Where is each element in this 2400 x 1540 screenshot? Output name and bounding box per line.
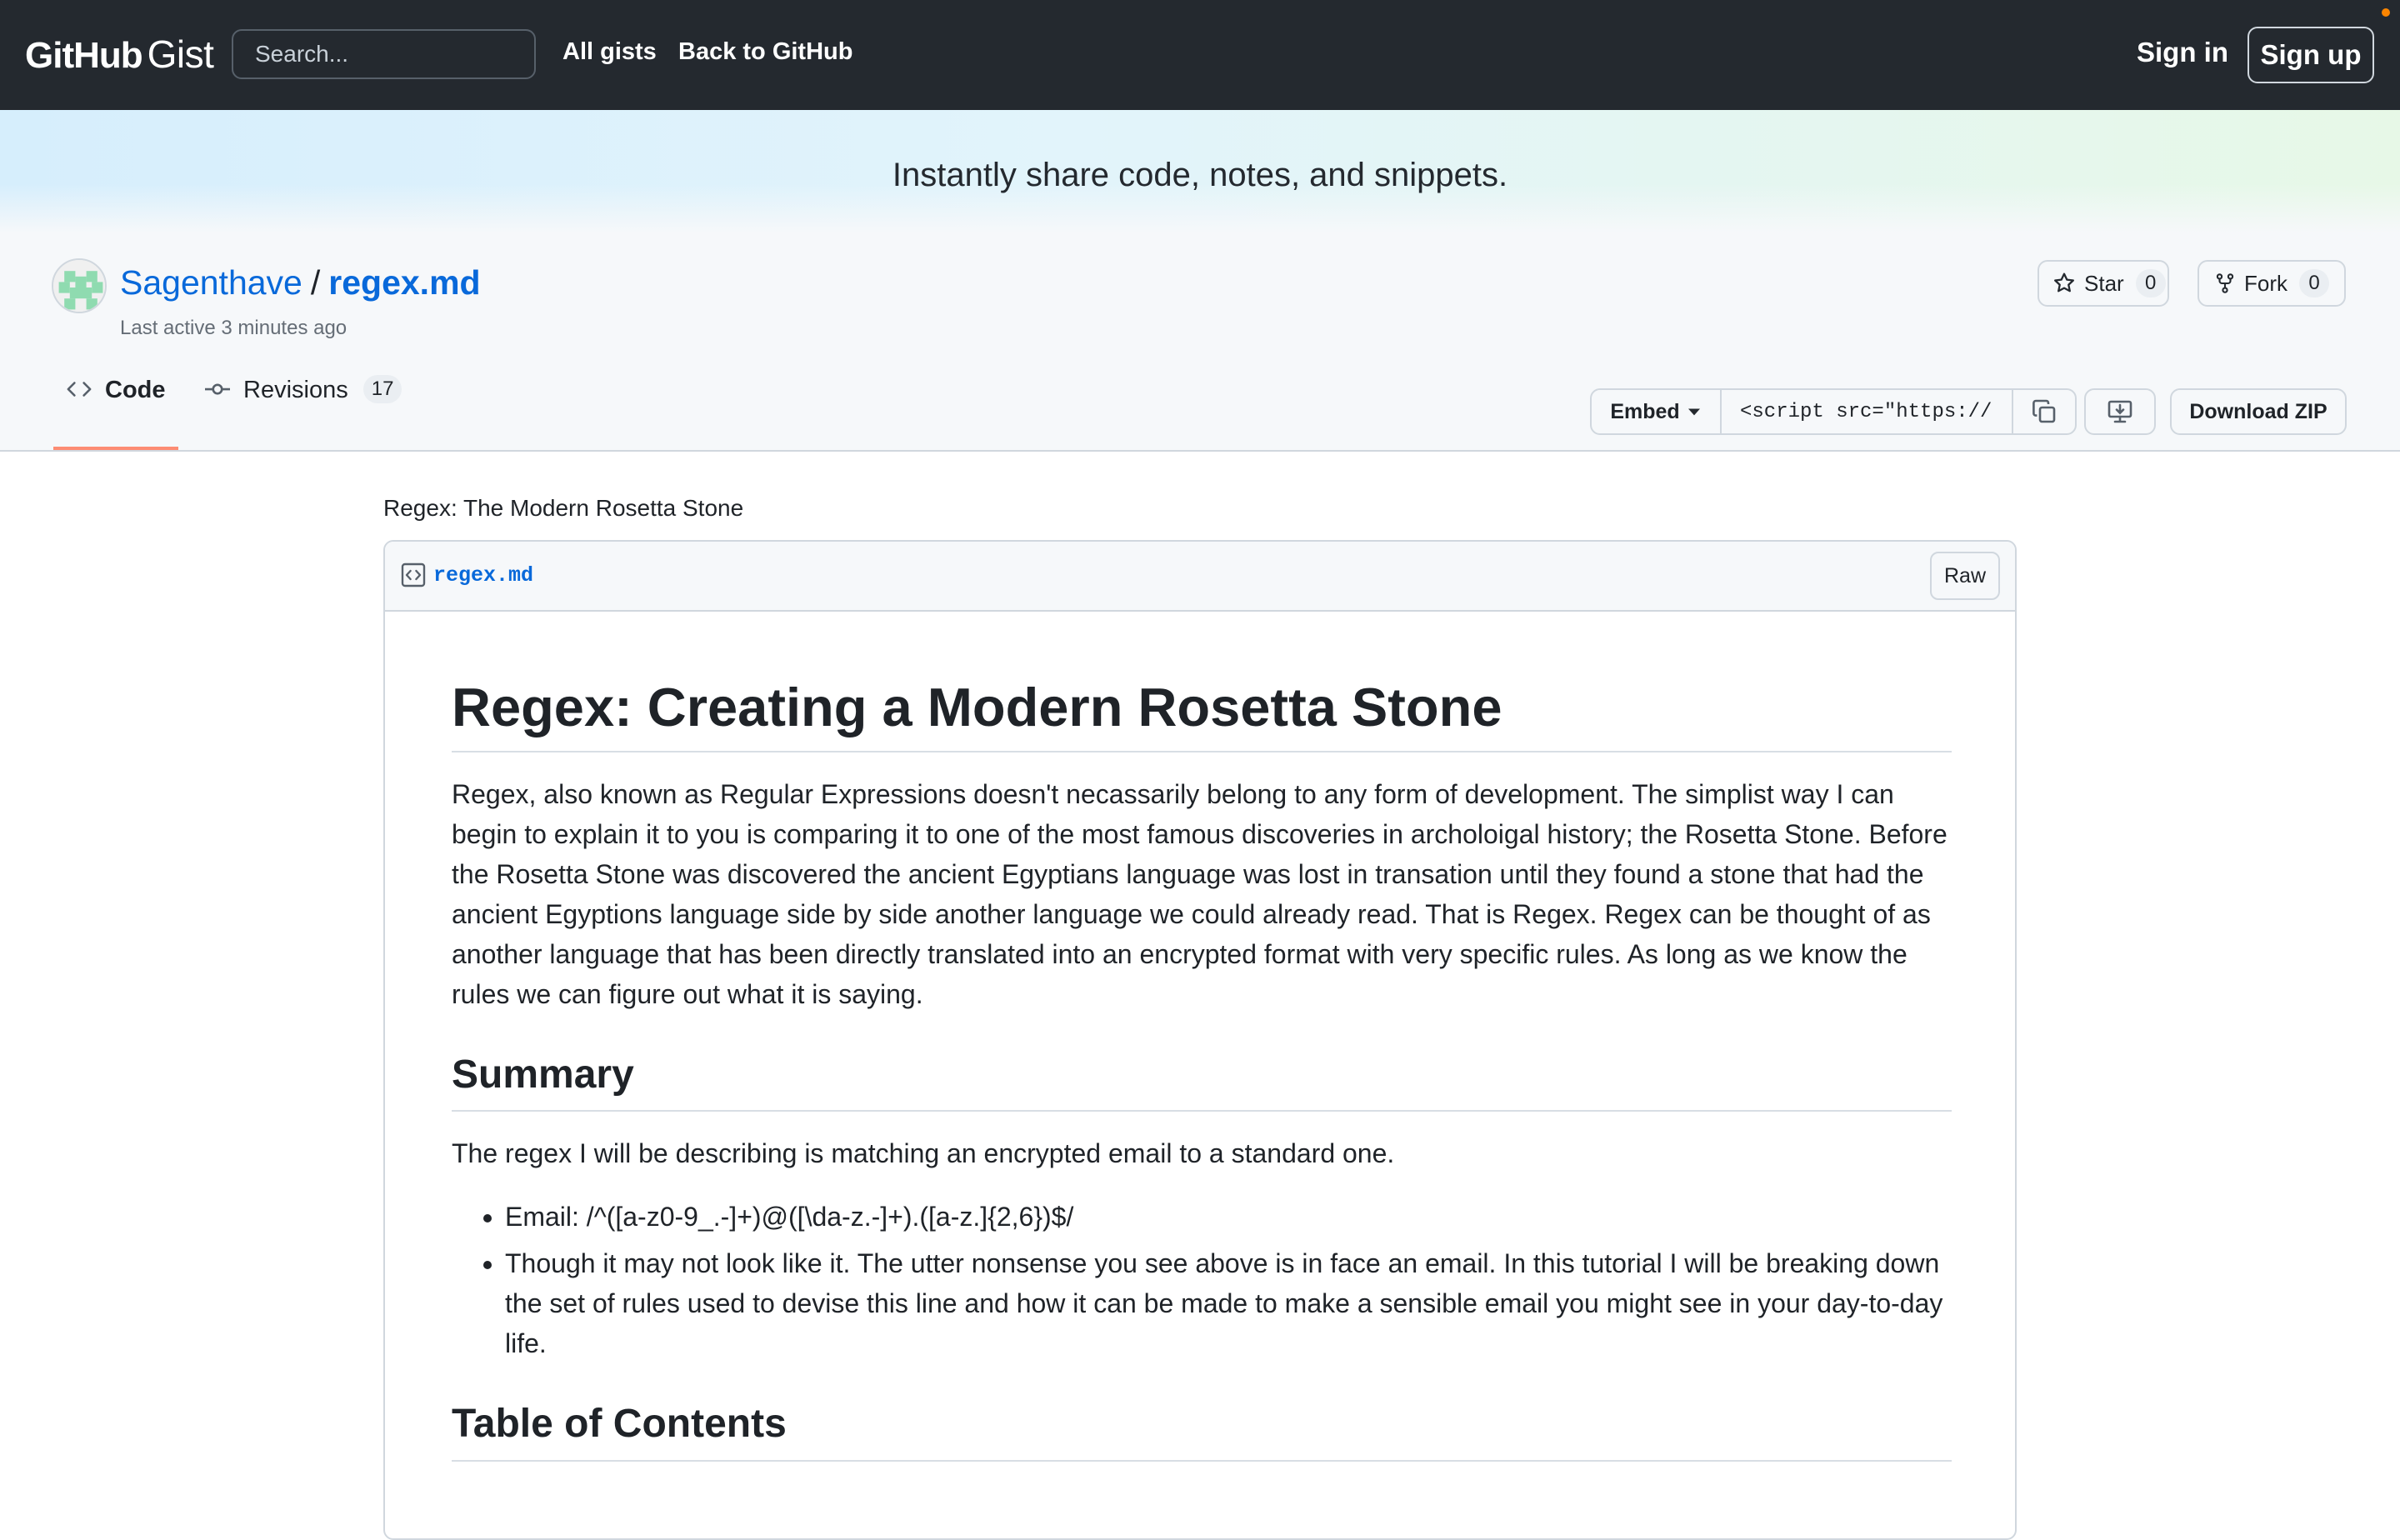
intro-paragraph: Regex, also known as Regular Expressions…	[452, 778, 1948, 1009]
fork-label: Fork	[2244, 270, 2288, 296]
identicon-icon	[53, 260, 105, 312]
tagline-banner: Instantly share code, notes, and snippet…	[0, 110, 2400, 233]
star-button[interactable]: Star 0	[2038, 260, 2169, 307]
code-icon	[65, 377, 93, 402]
logo-gist-text: Gist	[147, 32, 214, 76]
copy-icon	[2032, 399, 2056, 423]
sign-in-link[interactable]: Sign in	[2137, 37, 2228, 68]
avatar[interactable]	[52, 258, 107, 313]
star-count: 0	[2135, 269, 2166, 298]
open-in-desktop-button[interactable]	[2084, 388, 2156, 435]
tagline: Instantly share code, notes, and snippet…	[892, 157, 1508, 193]
embed-group: Embed <script src="https://	[1590, 388, 2077, 435]
gist-name-link[interactable]: regex.md	[328, 263, 480, 302]
caret-down-icon	[1688, 408, 1700, 416]
tab-code-label: Code	[105, 377, 166, 403]
site-header: GitHub Gist All gists Back to GitHub Sig…	[0, 0, 2400, 110]
fork-icon	[2216, 273, 2234, 293]
embed-code-field[interactable]: <script src="https://	[1722, 390, 2013, 433]
all-gists-link[interactable]: All gists	[562, 38, 657, 66]
file-header: regex.md Raw	[385, 542, 2015, 612]
embed-label: Embed	[1610, 399, 1680, 423]
last-active-text: Last active 3 minutes ago	[120, 317, 348, 339]
file-box: regex.md Raw Regex: Creating a Modern Ro…	[383, 540, 2017, 1540]
summary-list: Email: /^([a-z0-9_.-]+)@([\da-z.-]+).([a…	[452, 1197, 1952, 1363]
file-code-icon	[400, 562, 427, 592]
commit-icon	[203, 377, 232, 402]
fork-button[interactable]: Fork 0	[2198, 260, 2346, 307]
owner-link[interactable]: Sagenthave	[120, 263, 302, 302]
summary-heading: Summary	[452, 1051, 1952, 1112]
sign-up-button[interactable]: Sign up	[2248, 27, 2374, 83]
copy-embed-button[interactable]	[2013, 390, 2075, 433]
fork-count: 0	[2299, 269, 2329, 298]
github-gist-logo[interactable]: GitHub Gist	[25, 32, 214, 78]
embed-dropdown-button[interactable]: Embed	[1592, 390, 1722, 433]
raw-button[interactable]: Raw	[1930, 552, 2000, 600]
tab-code[interactable]: Code	[53, 377, 178, 450]
markdown-body: Regex: Creating a Modern Rosetta Stone R…	[452, 677, 1952, 1462]
toc-heading: Table of Contents	[452, 1400, 1952, 1462]
back-to-github-link[interactable]: Back to GitHub	[678, 38, 852, 66]
title-separator: /	[310, 263, 321, 302]
summary-paragraph: The regex I will be describing is matchi…	[452, 1138, 1395, 1169]
gist-title: Sagenthave / regex.md	[120, 263, 481, 302]
star-label: Star	[2084, 270, 2124, 296]
file-name-link[interactable]: regex.md	[433, 563, 533, 588]
star-icon	[2054, 272, 2074, 292]
list-item: Email: /^([a-z0-9_.-]+)@([\da-z.-]+).([a…	[505, 1197, 1952, 1237]
notification-dot	[2382, 8, 2390, 17]
list-item: Though it may not look like it. The utte…	[505, 1243, 1952, 1363]
content-heading: Regex: Creating a Modern Rosetta Stone	[452, 677, 1952, 752]
download-zip-button[interactable]: Download ZIP	[2170, 388, 2347, 435]
desktop-download-icon	[2108, 400, 2132, 423]
gist-description: Regex: The Modern Rosetta Stone	[383, 495, 744, 521]
logo-github-text: GitHub	[25, 35, 143, 76]
revisions-count: 17	[362, 375, 402, 403]
tab-revisions[interactable]: Revisions 17	[203, 375, 402, 450]
tab-revisions-label: Revisions	[243, 377, 348, 403]
search-input[interactable]	[232, 29, 536, 79]
gist-header: Sagenthave / regex.md Last active 3 minu…	[0, 233, 2400, 452]
